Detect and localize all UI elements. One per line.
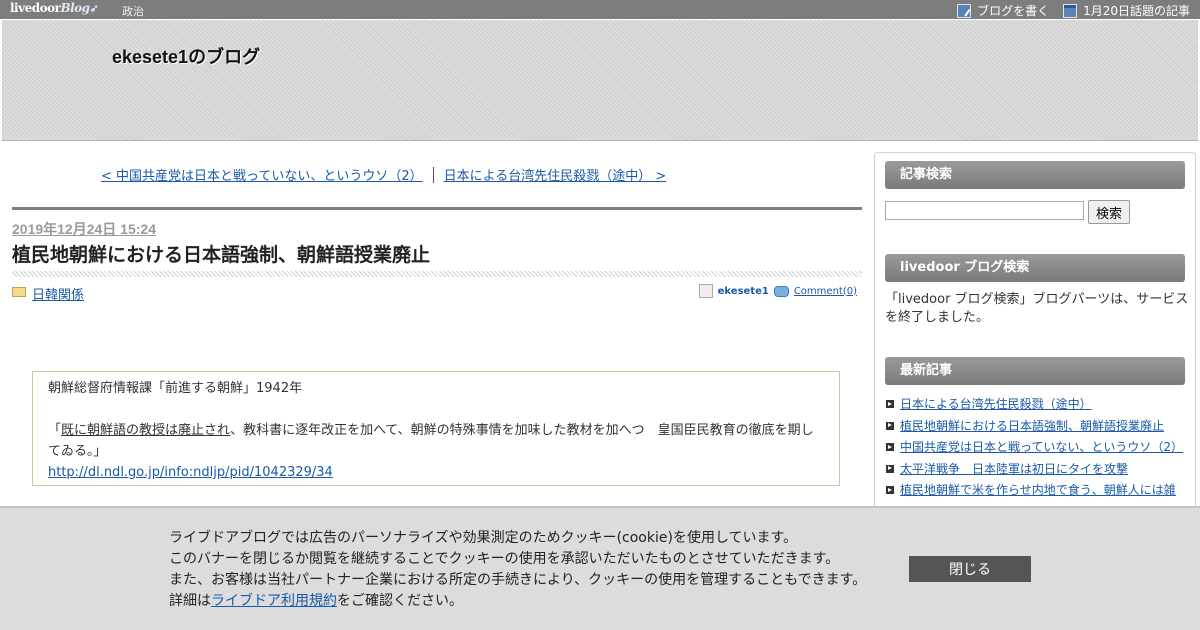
quote-underlined-text: 既に朝鮮語の教授は廃止され xyxy=(61,423,231,438)
top-right-links: ブログを書く 1月20日話題の記事 xyxy=(957,2,1190,19)
livedoor-search-notice: 「livedoor ブログ検索」ブログパーツは、サービスを終了しました。 xyxy=(885,292,1189,325)
recent-article-link[interactable]: 中国共産党は日本と戦っていない、というウソ（2） xyxy=(900,440,1183,454)
recent-articles-list: 日本による台湾先住民殺戮（途中） 植民地朝鮮における日本語強制、朝鮮語授業廃止 … xyxy=(885,396,1190,504)
cookie-line-1: ライブドアブログでは広告のパーソナライズや効果測定のためクッキー(cookie)… xyxy=(169,530,798,546)
search-button[interactable]: 検索 xyxy=(1088,200,1130,224)
arrow-bullet-icon xyxy=(886,486,894,494)
article-top-rule xyxy=(12,207,862,210)
cookie-close-button[interactable]: 閉じる xyxy=(909,556,1031,582)
topic-articles-label: 1月20日話題の記事 xyxy=(1083,4,1190,18)
logo-text-blog: Blog xyxy=(60,1,90,15)
calendar-icon xyxy=(1063,3,1078,18)
author-avatar-icon xyxy=(698,284,713,298)
recent-article-item[interactable]: 太平洋戦争 日本陸軍は初日にタイを攻撃 xyxy=(885,461,1190,483)
livedoor-blog-logo[interactable]: livedoorBlog➶ xyxy=(10,1,99,18)
cookie-line-3: また、お客様は当社パートナー企業における所定の手続きにより、クッキーの使用を管理… xyxy=(169,572,867,588)
cookie-line-4-suffix: をご確認ください。 xyxy=(337,593,463,609)
cookie-line-4: 詳細はライブドア利用規約をご確認ください。 xyxy=(169,591,866,612)
next-article-link[interactable]: 日本による台湾先住民殺戮（途中） > xyxy=(444,165,667,184)
article-date[interactable]: 2019年12月24日 15:24 xyxy=(12,219,156,239)
comment-link[interactable]: Comment(0) xyxy=(794,286,857,297)
search-heading: 記事検索 xyxy=(885,161,1185,189)
title-divider xyxy=(12,271,862,277)
pencil-icon xyxy=(957,3,972,18)
article-title: 植民地朝鮮における日本語強制、朝鮮語授業廃止 xyxy=(12,244,431,266)
recent-article-item[interactable]: 植民地朝鮮で米を作らせ内地で食う、朝鮮人には雑 xyxy=(885,482,1190,504)
article-quote-box: 朝鮮総督府情報課「前進する朝鮮」1942年 「既に朝鮮語の教授は廃止され、教科書… xyxy=(32,371,840,486)
arrow-bullet-icon xyxy=(886,464,894,473)
cookie-banner: ライブドアブログでは広告のパーソナライズや効果測定のためクッキー(cookie)… xyxy=(0,506,1200,630)
cookie-text: ライブドアブログでは広告のパーソナライズや効果測定のためクッキー(cookie)… xyxy=(169,528,866,612)
recent-article-item[interactable]: 日本による台湾先住民殺戮（途中） xyxy=(885,396,1190,418)
logo-text-main: livedoor xyxy=(10,1,61,15)
recent-article-item[interactable]: 植民地朝鮮における日本語強制、朝鮮語授業廃止 xyxy=(885,418,1190,440)
cookie-line-2: このバナーを閉じるか閲覧を継続することでクッキーの使用を承認いただいたものとさせ… xyxy=(169,551,840,567)
quote-open-bracket: 「 xyxy=(48,423,62,438)
comment-bubble-icon xyxy=(773,285,789,297)
recent-article-link[interactable]: 日本による台湾先住民殺戮（途中） xyxy=(900,397,1092,411)
prev-article-link[interactable]: < 中国共産党は日本と戦っていない、というウソ（2） xyxy=(101,165,423,184)
author-link[interactable]: ekesete1 xyxy=(718,286,769,297)
recent-article-link[interactable]: 植民地朝鮮で米を作らせ内地で食う、朝鮮人には雑 xyxy=(900,483,1176,497)
topic-articles-link[interactable]: 1月20日話題の記事 xyxy=(1063,2,1190,19)
article-search-input[interactable] xyxy=(885,201,1084,220)
write-blog-link[interactable]: ブログを書く xyxy=(957,2,1049,19)
bird-icon: ➶ xyxy=(89,2,99,15)
blog-header: ekesete1のブログ xyxy=(2,20,1198,141)
top-bar: livedoorBlog➶ 政治 ブログを書く 1月20日話題の記事 xyxy=(0,0,1200,19)
author-comment-meta: ekesete1 Comment(0) xyxy=(698,284,857,298)
article-category-link[interactable]: 日韓関係 xyxy=(32,284,84,303)
sidebar: 記事検索 検索 livedoor ブログ検索 「livedoor ブログ検索」ブ… xyxy=(874,152,1196,512)
blog-title[interactable]: ekesete1のブログ xyxy=(112,43,260,69)
nav-divider xyxy=(432,166,434,183)
cookie-line-4-prefix: 詳細は xyxy=(169,593,211,609)
recent-article-item[interactable]: 中国共産党は日本と戦っていない、というウソ（2） xyxy=(885,439,1190,461)
article-meta-row: 日韓関係 ekesete1 Comment(0) xyxy=(12,283,862,303)
arrow-bullet-icon xyxy=(886,400,894,408)
livedoor-search-heading: livedoor ブログ検索 xyxy=(885,254,1185,282)
recent-article-link[interactable]: 植民地朝鮮における日本語強制、朝鮮語授業廃止 xyxy=(900,419,1164,433)
quote-source-link[interactable]: http://dl.ndl.go.jp/info:ndljp/pid/10423… xyxy=(48,465,333,480)
folder-icon xyxy=(12,287,26,297)
arrow-bullet-icon xyxy=(886,421,894,430)
arrow-bullet-icon xyxy=(886,443,894,451)
top-category-link[interactable]: 政治 xyxy=(122,3,144,19)
prev-next-nav: < 中国共産党は日本と戦っていない、というウソ（2） 日本による台湾先住民殺戮（… xyxy=(101,165,666,184)
quote-body: 「既に朝鮮語の教授は廃止され、教科書に逐年改正を加へて、朝鮮の特殊事情を加味した… xyxy=(48,420,824,462)
recent-article-link[interactable]: 太平洋戦争 日本陸軍は初日にタイを攻撃 xyxy=(900,462,1128,476)
recent-articles-heading: 最新記事 xyxy=(885,357,1185,385)
quote-source: 朝鮮総督府情報課「前進する朝鮮」1942年 xyxy=(48,381,303,396)
terms-link[interactable]: ライブドア利用規約 xyxy=(211,593,337,609)
write-blog-label: ブログを書く xyxy=(977,4,1050,18)
